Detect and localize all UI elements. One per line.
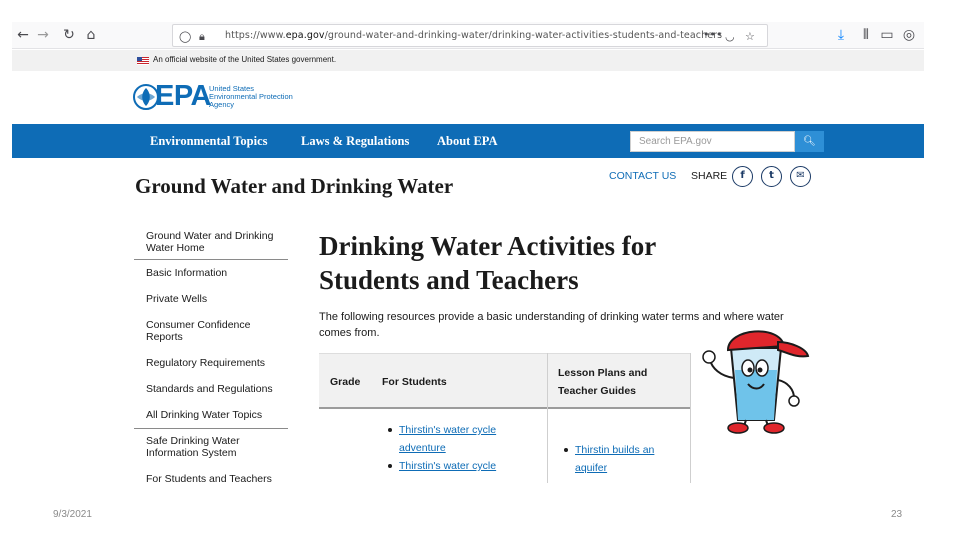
sidebar-divider [134,259,288,260]
reload-icon[interactable]: ↻ [60,26,78,44]
thirstin-mascot-illustration [702,330,810,434]
nav-about-epa[interactable]: About EPA [437,134,498,149]
activities-table: Grade For Students Lesson Plans and Teach… [319,353,691,483]
col-header-grade: Grade [330,376,361,388]
list-item[interactable]: Thirstin's water cycle [388,457,538,475]
page-actions-icon[interactable]: ••• [703,28,722,41]
browser-toolbar: ← → ↻ ⌂ ◯ 🔒︎ https://www.epa.gov/ground-… [12,22,924,49]
twitter-icon[interactable]: t [761,166,782,187]
downloads-icon[interactable]: ⤓ [832,26,850,44]
search-button[interactable]: 🔍︎ [795,131,824,152]
sidebar-item-consumer-confidence[interactable]: Consumer Confidence Reports [134,319,288,343]
tracking-shield-icon[interactable]: ◯ [179,30,191,43]
sidebar-item-standards[interactable]: Standards and Regulations [134,383,288,395]
students-cell: Thirstin's water cycle adventure Thirsti… [388,421,538,475]
pocket-icon[interactable]: ◡ [725,30,735,43]
sidebar-item-regulatory-requirements[interactable]: Regulatory Requirements [134,357,288,369]
official-website-text: An official website of the United States… [153,55,337,64]
sidebar-item-all-topics[interactable]: All Drinking Water Topics [134,409,288,421]
home-icon[interactable]: ⌂ [82,26,100,44]
slide-date: 9/3/2021 [53,509,92,520]
back-icon[interactable]: ← [14,26,32,44]
bullet [564,448,568,452]
sidebar-item-private-wells[interactable]: Private Wells [134,293,288,305]
contact-us-link[interactable]: CONTACT US [609,170,676,182]
column-divider [547,353,548,483]
col-header-students: For Students [382,376,447,388]
teachers-cell: Thirstin builds an aquifer [564,441,684,477]
library-icon[interactable]: ⫴ [857,26,875,44]
sidebar-item-basic-information[interactable]: Basic Information [134,267,288,279]
bullet [388,464,392,468]
epa-wordmark: EPA [155,80,211,112]
sidebar-divider [134,428,288,429]
page-title: Drinking Water Activities for Students a… [319,231,657,295]
section-title[interactable]: Ground Water and Drinking Water [135,174,453,199]
facebook-icon[interactable]: f [732,166,753,187]
table-header-row: Grade For Students Lesson Plans and Teach… [319,353,691,409]
official-gov-banner: An official website of the United States… [12,50,924,71]
col-header-teachers: Lesson Plans and Teacher Guides [558,367,648,397]
sidebar-toggle-icon[interactable]: ▭ [878,26,896,44]
extension-icon[interactable]: ◎ [900,26,918,44]
sidebar-item-students-teachers[interactable]: For Students and Teachers [134,473,288,485]
sidebar-item-home[interactable]: Ground Water and Drinking Water Home [134,230,288,254]
email-icon[interactable]: ✉ [790,166,811,187]
main-navigation: Environmental Topics Laws & Regulations … [12,124,924,158]
slide-page-number: 23 [891,509,903,520]
list-item[interactable]: Thirstin builds an aquifer [564,441,684,477]
us-flag-icon [137,57,149,65]
lock-icon[interactable]: 🔒︎ [199,30,205,44]
agency-name: United States Environmental Protection A… [209,84,293,109]
sidebar-item-sdwis[interactable]: Safe Drinking Water Information System [134,435,288,459]
forward-icon[interactable]: → [34,26,52,44]
bookmark-star-icon[interactable]: ☆ [745,30,755,43]
column-divider [690,353,691,483]
share-label: SHARE [691,170,728,182]
url-text[interactable]: https://www.epa.gov/ground-water-and-dri… [225,30,722,41]
search-icon: 🔍︎ [803,136,816,147]
search-input[interactable]: Search EPA.gov [630,131,795,152]
nav-environmental-topics[interactable]: Environmental Topics [150,134,268,149]
list-item[interactable]: Thirstin's water cycle adventure [388,421,538,457]
nav-laws-regulations[interactable]: Laws & Regulations [301,134,409,149]
bullet [388,428,392,432]
address-bar[interactable]: ◯ 🔒︎ https://www.epa.gov/ground-water-an… [172,24,768,47]
